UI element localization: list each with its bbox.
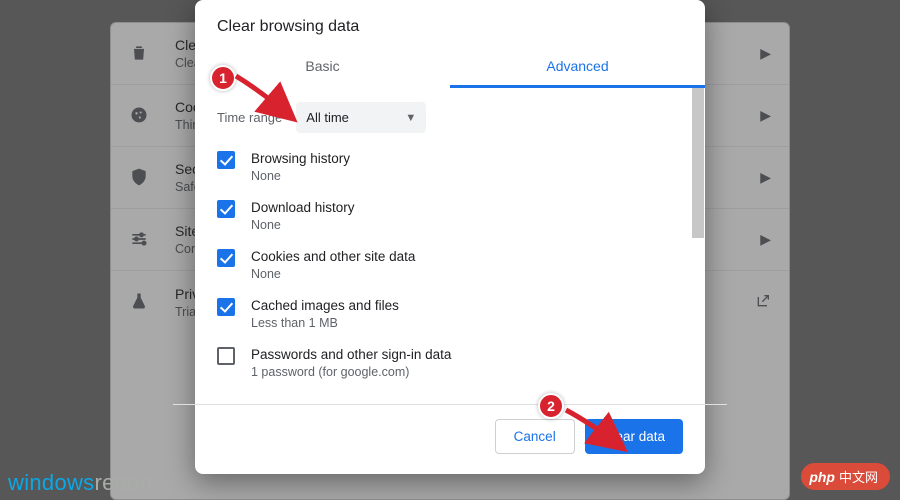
checkbox[interactable] <box>217 249 235 267</box>
option-passwords[interactable]: Passwords and other sign-in data 1 passwo… <box>217 347 683 379</box>
watermark-windowsreport: windowsreport <box>8 470 154 496</box>
clear-data-button[interactable]: Clear data <box>585 419 683 454</box>
option-download-history[interactable]: Download history None <box>217 200 683 232</box>
time-range-select[interactable]: All time ▼ <box>296 102 426 133</box>
checkbox[interactable] <box>217 298 235 316</box>
option-title: Browsing history <box>251 151 350 166</box>
option-title: Passwords and other sign-in data <box>251 347 451 362</box>
cancel-button[interactable]: Cancel <box>495 419 575 454</box>
caret-down-icon: ▼ <box>405 112 416 124</box>
checkbox[interactable] <box>217 347 235 365</box>
option-browsing-history[interactable]: Browsing history None <box>217 151 683 183</box>
option-title: Download history <box>251 200 355 215</box>
option-sub: None <box>251 169 350 183</box>
option-title: Cached images and files <box>251 298 399 313</box>
clear-browsing-data-dialog: Clear browsing data Basic Advanced Time … <box>195 0 705 474</box>
annotation-step-2: 2 <box>538 393 564 419</box>
dialog-title: Clear browsing data <box>195 0 705 46</box>
tab-advanced[interactable]: Advanced <box>450 46 705 88</box>
option-sub: Less than 1 MB <box>251 316 399 330</box>
option-cached[interactable]: Cached images and files Less than 1 MB <box>217 298 683 330</box>
option-sub: None <box>251 218 355 232</box>
time-range-label: Time range <box>217 110 282 125</box>
time-range-value: All time <box>306 110 349 125</box>
option-title: Cookies and other site data <box>251 249 415 264</box>
options-list: Browsing history None Download history Non… <box>217 151 683 390</box>
checkbox[interactable] <box>217 200 235 218</box>
dialog-body: Time range All time ▼ Browsing history No… <box>195 88 705 390</box>
watermark-php: php中文网 <box>801 463 890 490</box>
tab-bar: Basic Advanced <box>195 46 705 88</box>
checkbox[interactable] <box>217 151 235 169</box>
option-sub: 1 password (for google.com) <box>251 365 451 379</box>
annotation-step-1: 1 <box>210 65 236 91</box>
option-cookies[interactable]: Cookies and other site data None <box>217 249 683 281</box>
option-sub: None <box>251 267 415 281</box>
scrollbar-thumb[interactable] <box>692 88 704 238</box>
scrollbar-track[interactable] <box>691 88 705 390</box>
